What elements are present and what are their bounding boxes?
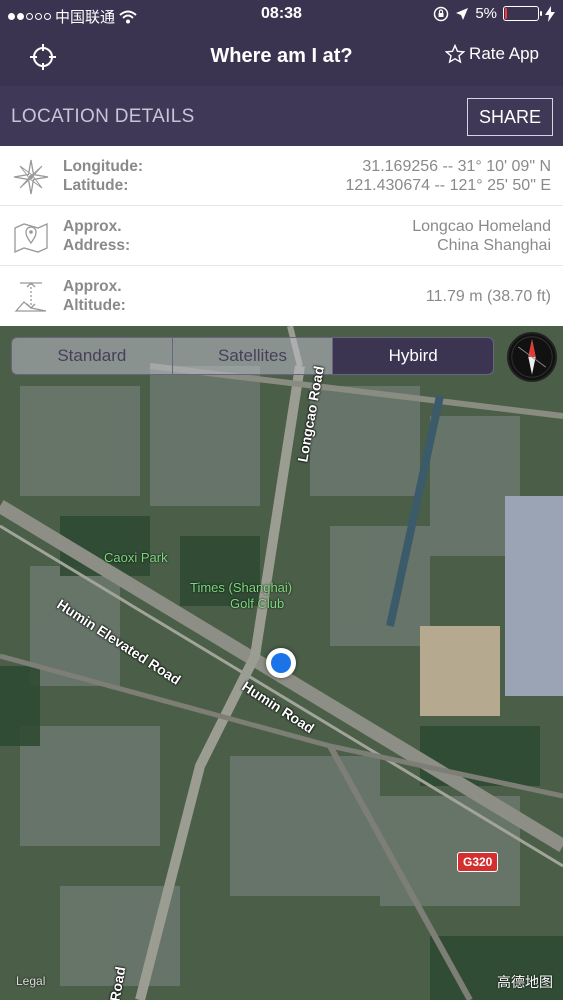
current-location-marker[interactable] [266,648,296,678]
address-row: Approx. Address: Longcao Homeland China … [0,206,563,266]
map-provider-logo: 高德地图 [497,974,553,990]
rate-app-button[interactable]: Rate App [445,44,539,64]
legal-link[interactable]: Legal [16,974,45,988]
status-bar: 中国联通 08:38 5% [0,0,563,30]
map-mode-segmented-control[interactable]: Standard Satellites Hybird [11,337,494,375]
share-button[interactable]: SHARE [467,98,553,136]
map-pin-icon [14,222,48,254]
highway-shield: G320 [457,852,499,872]
compass-rose-icon [13,159,49,195]
coordinates-labels: Longitude: Latitude: [63,157,143,195]
address-values: Longcao Homeland China Shanghai [412,217,551,255]
map-view[interactable]: Standard Satellites Hybird Longcao Road … [0,326,563,1000]
latitude-label: Latitude: [63,177,129,194]
latitude-value: 121.430674 -- 121° 25' 50" E [345,177,551,194]
map-mode-hybird[interactable]: Hybird [333,338,493,374]
approx-label: Approx. [63,218,122,235]
charging-bolt-icon [545,5,555,22]
compass-icon[interactable] [507,332,557,382]
altitude-row: Approx. Altitude: 11.79 m (38.70 ft) [0,266,563,326]
rotation-lock-icon [434,6,449,21]
navigation-bar: Where am I at? Rate App [0,30,563,86]
caoxi-park-label: Caoxi Park [104,550,168,565]
map-mode-satellites[interactable]: Satellites [173,338,334,374]
address-labels: Approx. Address: [63,217,130,255]
longitude-label: Longitude: [63,158,144,175]
altitude-label: Altitude: [63,297,126,314]
battery-percent: 5% [475,5,497,22]
rate-app-label: Rate App [469,44,539,63]
section-title: LOCATION DETAILS [11,106,195,127]
coordinates-values: 31.169256 -- 31° 10' 09" N 121.430674 --… [345,157,551,195]
map-mode-standard[interactable]: Standard [12,338,173,374]
address-label: Address: [63,237,131,254]
altitude-icon [14,282,47,312]
golf-club-label-2: Golf Club [230,596,285,611]
approx-label: Approx. [63,278,122,295]
altitude-value: 11.79 m (38.70 ft) [425,288,551,305]
location-arrow-icon [456,7,469,20]
golf-club-label-1: Times (Shanghai) [190,580,293,595]
coordinates-row: Longitude: Latitude: 31.169256 -- 31° 10… [0,146,563,206]
longitude-value: 31.169256 -- 31° 10' 09" N [362,158,551,175]
altitude-labels: Approx. Altitude: [63,277,126,315]
location-details-header: LOCATION DETAILS SHARE [0,86,563,146]
star-icon [445,44,466,64]
address-line-1: Longcao Homeland [412,218,551,235]
location-details: Longitude: Latitude: 31.169256 -- 31° 10… [0,146,563,326]
address-line-2: China Shanghai [437,237,551,254]
battery-icon [503,6,542,21]
status-right: 5% [433,5,555,22]
